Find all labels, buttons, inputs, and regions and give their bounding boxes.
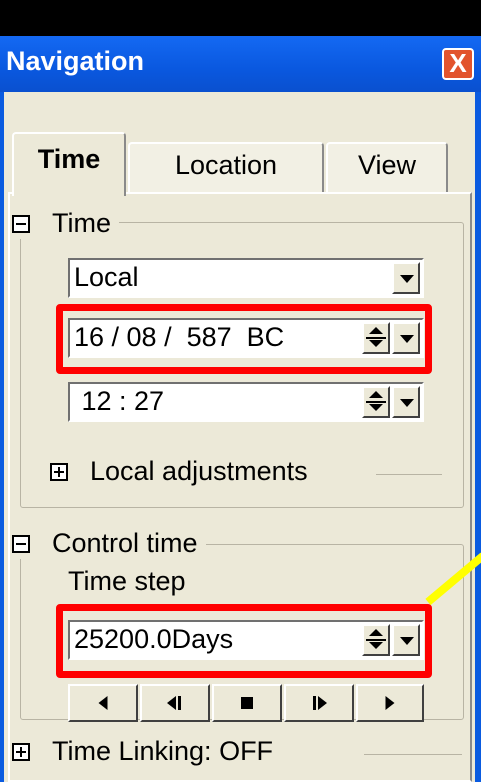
step-backward-icon — [167, 696, 176, 710]
play-forward-button[interactable] — [356, 684, 424, 722]
local-adjustments-label: Local adjustments — [90, 456, 308, 486]
close-button[interactable]: X — [442, 48, 474, 80]
control-time-header[interactable]: Control time — [12, 528, 206, 559]
time-dropdown-button[interactable] — [392, 386, 420, 418]
time-group-title: Time — [52, 208, 111, 238]
tab-view[interactable]: View — [326, 142, 448, 194]
window-title: Navigation — [6, 46, 145, 76]
play-backward-icon — [98, 696, 108, 710]
control-time-title: Control time — [52, 528, 198, 558]
step-forward-icon — [318, 696, 327, 710]
play-forward-icon — [385, 696, 395, 710]
time-spinner[interactable] — [362, 386, 390, 418]
tab-location-label: Location — [174, 150, 278, 180]
tab-view-label: View — [357, 150, 417, 180]
time-value: 12 : 27 — [74, 386, 165, 416]
time-group-header[interactable]: Time — [12, 208, 119, 239]
timezone-value: Local — [74, 262, 139, 292]
step-forward-button[interactable] — [284, 684, 354, 722]
navigation-window: Navigation X Time Location View Time Loc… — [0, 36, 481, 782]
time-linking-label: Time Linking: OFF — [52, 736, 274, 766]
time-field[interactable]: 12 : 27 — [68, 382, 424, 422]
local-adjustments-header[interactable]: Local adjustments — [50, 456, 316, 487]
local-adjustments-line — [376, 474, 442, 475]
step-backward-button[interactable] — [140, 684, 210, 722]
date-highlight — [56, 304, 432, 374]
time-step-label: Time step — [68, 566, 186, 596]
expand-icon[interactable] — [12, 742, 30, 761]
timezone-dropdown-button[interactable] — [392, 262, 420, 294]
time-step-highlight — [56, 604, 432, 678]
tab-time-label: Time — [37, 144, 101, 174]
expand-icon[interactable] — [50, 462, 68, 481]
play-backward-button[interactable] — [68, 684, 138, 722]
tab-time[interactable]: Time — [12, 132, 126, 196]
window-client-area: Time Location View Time Local 16 / 08 / … — [4, 92, 475, 782]
time-linking-line — [364, 754, 462, 755]
stop-button[interactable] — [212, 684, 282, 722]
collapse-icon[interactable] — [12, 534, 30, 553]
tab-location[interactable]: Location — [128, 142, 324, 194]
title-bar[interactable]: Navigation X — [0, 36, 481, 92]
timezone-select[interactable]: Local — [68, 258, 424, 298]
time-linking-header[interactable]: Time Linking: OFF — [12, 736, 282, 767]
collapse-icon[interactable] — [12, 214, 30, 233]
stop-icon — [241, 697, 253, 709]
